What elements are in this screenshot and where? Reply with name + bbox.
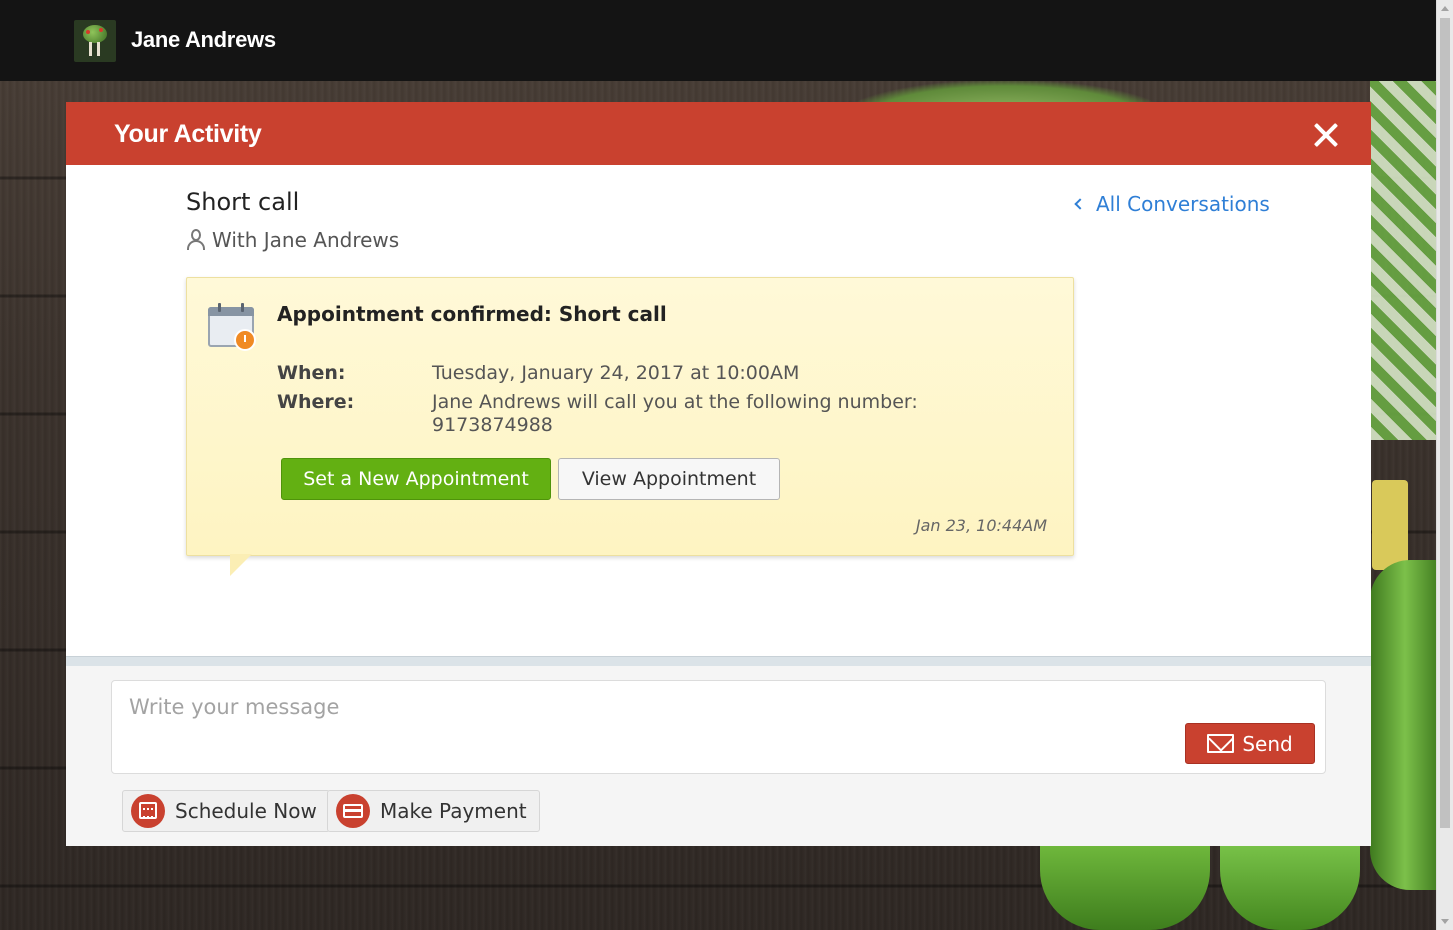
activity-modal: Your Activity Short call With Jane Andre…: [66, 102, 1371, 846]
scroll-down-icon[interactable]: [1441, 919, 1449, 924]
person-icon: [186, 229, 206, 251]
calendar-icon: [131, 794, 165, 828]
appointment-heading: Appointment confirmed: Short call: [277, 302, 667, 326]
background-pepper: [1040, 845, 1210, 930]
credit-card-icon: [336, 794, 370, 828]
set-new-appointment-button[interactable]: Set a New Appointment: [281, 458, 551, 500]
where-label: Where:: [277, 391, 355, 413]
background-checkered-cloth: [1370, 80, 1440, 440]
background-pepper: [1220, 845, 1360, 930]
page-scrollbar[interactable]: [1436, 0, 1453, 930]
mail-icon: [1207, 734, 1235, 753]
message-input[interactable]: Write your message Send: [111, 680, 1326, 774]
when-label: When:: [277, 362, 346, 384]
all-conversations-label: All Conversations: [1096, 192, 1270, 216]
conversation-title: Short call: [186, 188, 300, 216]
when-value: Tuesday, January 24, 2017 at 10:00AM: [432, 362, 800, 384]
send-label: Send: [1242, 731, 1293, 756]
make-payment-button[interactable]: Make Payment: [327, 790, 540, 832]
schedule-now-button[interactable]: Schedule Now: [122, 790, 330, 832]
where-value-line1: Jane Andrews will call you at the follow…: [432, 391, 918, 413]
view-appointment-button[interactable]: View Appointment: [558, 458, 780, 500]
all-conversations-link[interactable]: All Conversations: [1074, 192, 1270, 216]
calendar-clock-icon: [208, 303, 256, 351]
brand-name[interactable]: Jane Andrews: [131, 27, 276, 53]
conversation-participant: With Jane Andrews: [186, 228, 399, 252]
modal-title: Your Activity: [114, 120, 262, 148]
composer-divider: [66, 656, 1371, 666]
make-payment-label: Make Payment: [380, 799, 527, 823]
appointment-card: Appointment confirmed: Short call When: …: [186, 277, 1074, 556]
background-measuring-tape: [1372, 480, 1408, 570]
where-value-phone: 9173874988: [432, 414, 553, 436]
scroll-up-icon[interactable]: [1441, 6, 1449, 11]
send-button[interactable]: Send: [1185, 723, 1315, 764]
composer: Write your message Send Schedule Now Mak…: [66, 666, 1371, 846]
schedule-now-label: Schedule Now: [175, 799, 317, 823]
message-timestamp: Jan 23, 10:44AM: [915, 516, 1047, 535]
speech-bubble-tail: [230, 554, 252, 576]
background-pepper: [1370, 560, 1440, 890]
participant-text: With Jane Andrews: [212, 228, 400, 252]
brand-logo-icon[interactable]: [74, 20, 116, 62]
message-placeholder: Write your message: [129, 695, 340, 719]
chevron-left-icon: [1074, 198, 1086, 210]
top-bar: Jane Andrews: [0, 0, 1436, 81]
modal-header: Your Activity: [66, 102, 1371, 165]
scrollbar-thumb[interactable]: [1440, 18, 1450, 828]
close-icon[interactable]: [1313, 122, 1339, 148]
